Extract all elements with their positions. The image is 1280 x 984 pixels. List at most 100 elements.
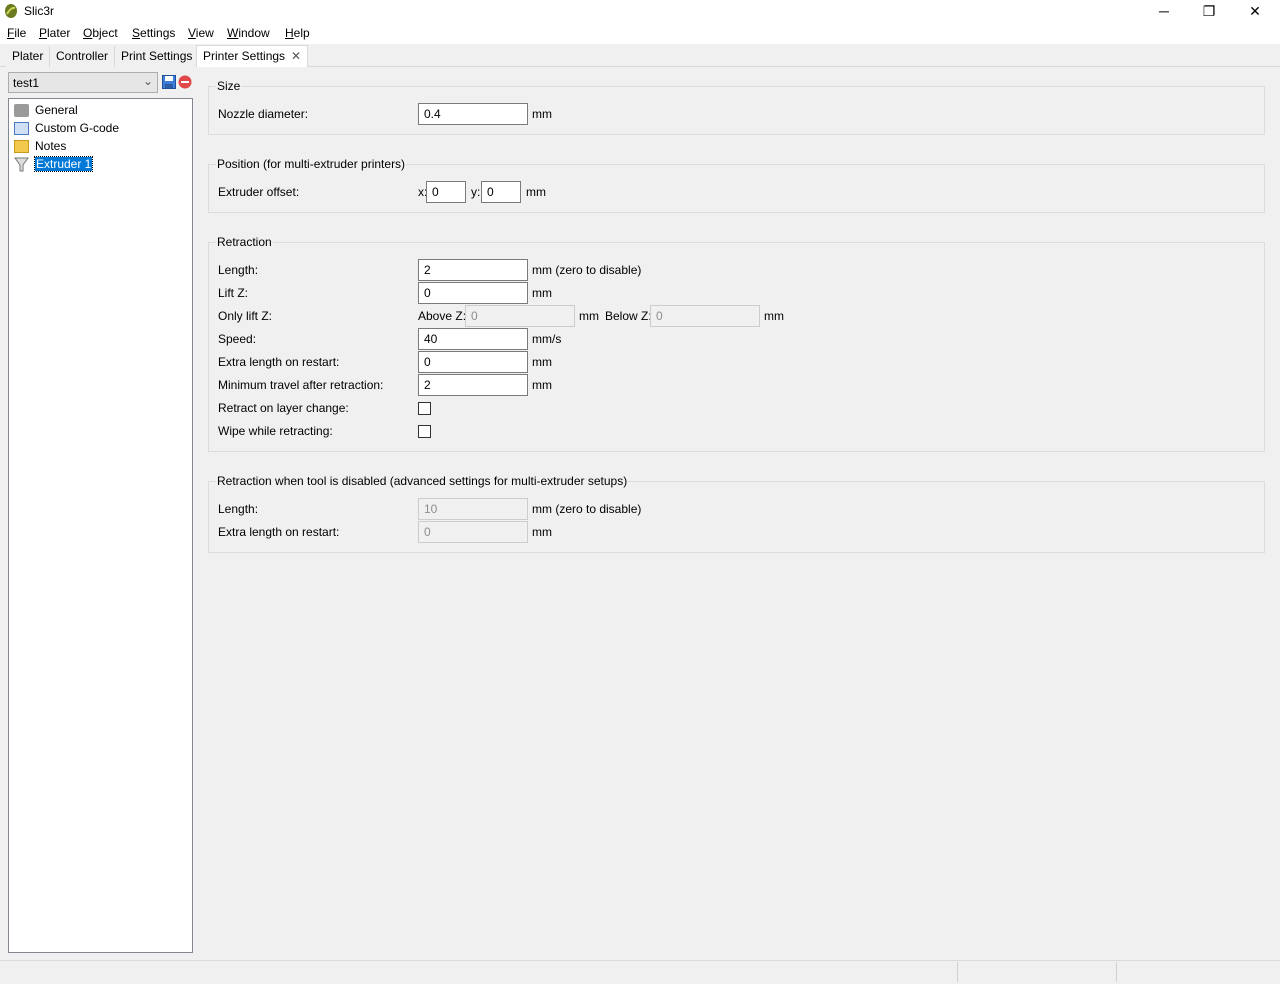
min-travel-input[interactable]: 2 bbox=[418, 374, 528, 396]
menu-window-key: W bbox=[227, 26, 239, 40]
delete-preset-icon[interactable] bbox=[178, 75, 192, 89]
offset-x-input[interactable]: 0 bbox=[426, 181, 466, 203]
title-bar: Slic3r ─ ❐ ✕ bbox=[0, 0, 1280, 22]
size-group bbox=[208, 86, 1265, 135]
toolchange-retraction-group bbox=[208, 481, 1265, 553]
preset-select[interactable]: test1 ⌄ bbox=[8, 72, 158, 93]
min-travel-unit: mm bbox=[532, 378, 552, 392]
menu-plater[interactable]: Plater bbox=[39, 26, 70, 40]
above-z-input[interactable]: 0 bbox=[465, 305, 575, 327]
minimize-button[interactable]: ─ bbox=[1141, 0, 1187, 22]
toolchange-length-input[interactable]: 10 bbox=[418, 498, 528, 520]
nozzle-diameter-unit: mm bbox=[532, 107, 552, 121]
script-icon bbox=[14, 121, 29, 135]
tree-item-label: Notes bbox=[35, 139, 67, 153]
menu-window-label: indow bbox=[238, 26, 270, 40]
nozzle-diameter-label: Nozzle diameter: bbox=[218, 107, 309, 121]
close-button[interactable]: ✕ bbox=[1232, 0, 1278, 22]
above-z-label: Above Z: bbox=[418, 309, 467, 323]
offset-y-input[interactable]: 0 bbox=[481, 181, 521, 203]
nozzle-diameter-input[interactable]: 0.4 bbox=[418, 103, 528, 125]
tab-plater[interactable]: Plater bbox=[6, 46, 51, 67]
tab-controller[interactable]: Controller bbox=[50, 46, 116, 67]
menu-help-label: elp bbox=[293, 26, 310, 40]
status-bar bbox=[0, 960, 1280, 984]
retraction-group-title: Retraction bbox=[216, 235, 273, 249]
funnel-icon bbox=[14, 157, 29, 171]
restore-button[interactable]: ❐ bbox=[1186, 0, 1232, 22]
menu-window[interactable]: Window bbox=[227, 26, 270, 40]
tab-close-icon[interactable]: ✕ bbox=[291, 49, 301, 63]
above-z-unit: mm bbox=[579, 309, 599, 323]
menu-file-label: ile bbox=[14, 26, 27, 40]
extra-length-input[interactable]: 0 bbox=[418, 351, 528, 373]
extra-length-label: Extra length on restart: bbox=[218, 355, 340, 369]
extra-length-unit: mm bbox=[532, 355, 552, 369]
menu-plater-label: later bbox=[47, 26, 71, 40]
below-z-unit: mm bbox=[764, 309, 784, 323]
status-separator bbox=[1116, 962, 1117, 982]
slic3r-logo-icon bbox=[5, 4, 17, 18]
below-z-input[interactable]: 0 bbox=[650, 305, 760, 327]
tab-printer-settings[interactable]: Printer Settings ✕ bbox=[196, 45, 308, 67]
extruder-offset-label: Extruder offset: bbox=[218, 185, 300, 199]
tab-print-settings[interactable]: Print Settings bbox=[115, 46, 200, 67]
tree-item-extruder-1[interactable]: Extruder 1 bbox=[14, 155, 94, 173]
toolchange-retraction-title: Retraction when tool is disabled (advanc… bbox=[216, 474, 629, 488]
retract-length-input[interactable]: 2 bbox=[418, 259, 528, 281]
retract-speed-unit: mm/s bbox=[532, 332, 562, 346]
toolchange-extra-label: Extra length on restart: bbox=[218, 525, 340, 539]
menu-settings-key: S bbox=[132, 26, 141, 40]
toolchange-length-label: Length: bbox=[218, 502, 259, 516]
menu-plater-key: P bbox=[39, 26, 48, 40]
position-group bbox=[208, 164, 1265, 213]
window-title: Slic3r bbox=[24, 4, 55, 18]
tree-item-general[interactable]: General bbox=[14, 101, 78, 119]
menu-view-key: V bbox=[188, 26, 196, 40]
retract-layer-change-label: Retract on layer change: bbox=[218, 401, 349, 415]
printer-icon bbox=[14, 103, 29, 117]
offset-unit: mm bbox=[526, 185, 546, 199]
tree-item-label: Custom G-code bbox=[35, 121, 120, 135]
menu-object-label: bject bbox=[92, 26, 118, 40]
lift-z-label: Lift Z: bbox=[218, 286, 249, 300]
save-preset-icon[interactable] bbox=[162, 75, 176, 89]
wipe-checkbox[interactable] bbox=[418, 425, 431, 438]
menu-view[interactable]: View bbox=[188, 26, 214, 40]
position-group-title: Position (for multi-extruder printers) bbox=[216, 157, 407, 171]
preset-value: test1 bbox=[13, 76, 40, 90]
retract-length-unit: mm (zero to disable) bbox=[532, 263, 642, 277]
only-lift-z-label: Only lift Z: bbox=[218, 309, 273, 323]
menu-settings-label: ettings bbox=[140, 26, 176, 40]
tree-item-custom-gcode[interactable]: Custom G-code bbox=[14, 119, 119, 137]
menu-view-label: iew bbox=[195, 26, 214, 40]
tree-item-label: Extruder 1 bbox=[33, 156, 94, 172]
chevron-down-icon: ⌄ bbox=[142, 74, 153, 88]
min-travel-label: Minimum travel after retraction: bbox=[218, 378, 384, 392]
lift-z-input[interactable]: 0 bbox=[418, 282, 528, 304]
settings-tree: General Custom G-code Notes Extruder 1 bbox=[8, 98, 193, 953]
lift-z-unit: mm bbox=[532, 286, 552, 300]
wipe-label: Wipe while retracting: bbox=[218, 424, 333, 438]
retract-length-label: Length: bbox=[218, 263, 259, 277]
menu-settings[interactable]: Settings bbox=[132, 26, 175, 40]
size-group-title: Size bbox=[216, 79, 242, 93]
status-separator bbox=[957, 962, 958, 982]
below-z-label: Below Z: bbox=[605, 309, 652, 323]
menu-help-key: H bbox=[285, 26, 294, 40]
retract-speed-label: Speed: bbox=[218, 332, 257, 346]
retraction-group bbox=[208, 242, 1265, 452]
menu-file[interactable]: File bbox=[7, 26, 26, 40]
toolchange-extra-unit: mm bbox=[532, 525, 552, 539]
menu-help[interactable]: Help bbox=[285, 26, 310, 40]
retract-speed-input[interactable]: 40 bbox=[418, 328, 528, 350]
menu-object[interactable]: Object bbox=[83, 26, 118, 40]
tree-item-label: General bbox=[35, 103, 78, 117]
menu-bar: File Plater Object Settings View Window … bbox=[0, 22, 1280, 44]
note-icon bbox=[14, 139, 29, 153]
tab-printer-settings-label: Printer Settings bbox=[203, 49, 286, 63]
tree-item-notes[interactable]: Notes bbox=[14, 137, 66, 155]
retract-layer-change-checkbox[interactable] bbox=[418, 402, 431, 415]
toolchange-extra-input[interactable]: 0 bbox=[418, 521, 528, 543]
menu-object-key: O bbox=[83, 26, 93, 40]
